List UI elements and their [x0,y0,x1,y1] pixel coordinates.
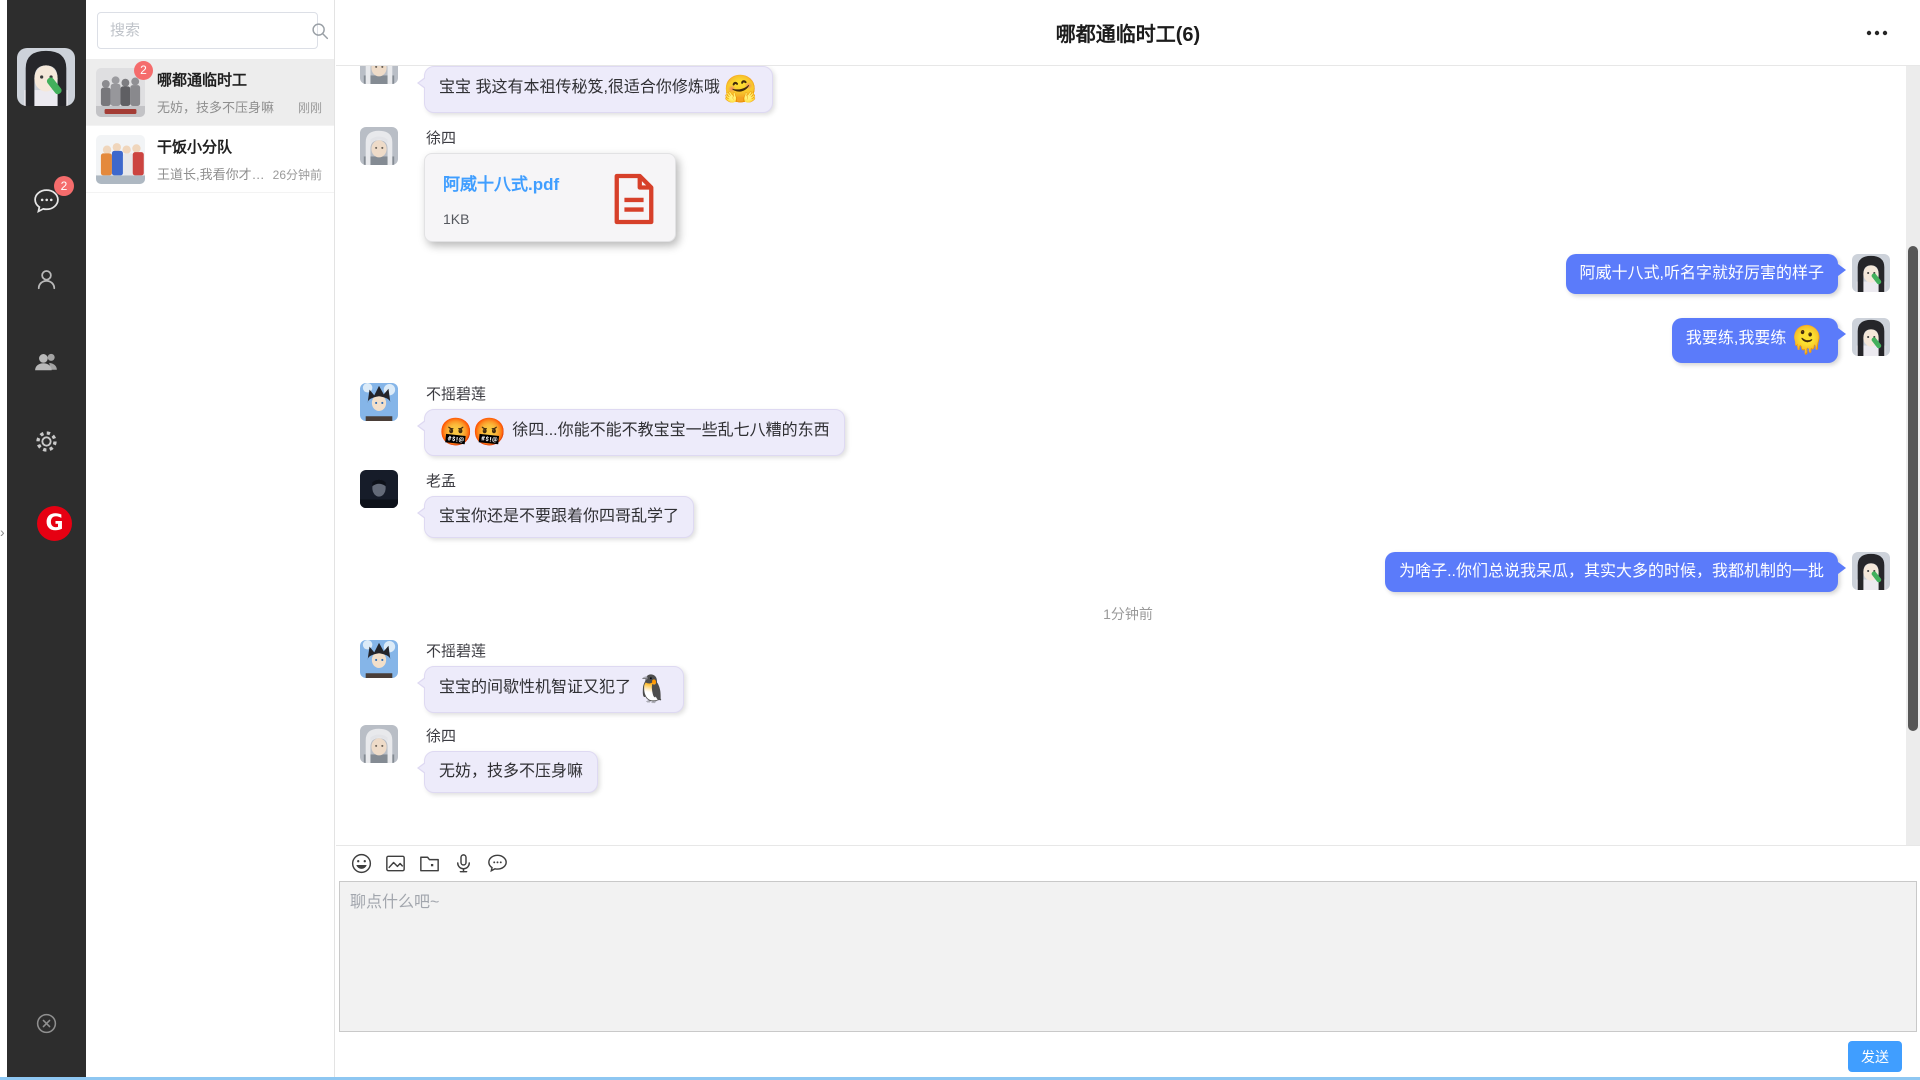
message-bubble[interactable]: 无妨，技多不压身嘛 [424,751,598,793]
voice-message-button[interactable] [451,851,476,876]
avatar-laomeng[interactable] [360,470,398,508]
chat-panel: 哪都通临时工(6) 宝宝 我这有本祖传秘笈,很适合你修炼哦🤗 [336,0,1920,1080]
nav-chats[interactable]: 2 [32,186,61,215]
message-composer: 发送 [336,845,1920,1080]
gear-icon [32,427,61,456]
message-right: 我要练,我要练🫠 [336,318,1920,363]
file-attachment-card[interactable]: 阿威十八式.pdf 1KB [424,153,676,242]
current-user-avatar[interactable] [17,48,75,106]
avatar-bulian[interactable] [360,640,398,678]
send-button[interactable]: 发送 [1848,1041,1902,1072]
group-avatar: 2 [96,68,145,117]
avatar-xusi[interactable] [360,725,398,763]
message-bubble[interactable]: 🤬🤬徐四...你能不能不教宝宝一些乱七八糟的东西 [424,409,845,456]
message-left: 不摇碧莲 宝宝的间歇性机智证又犯了🐧 [336,640,1920,713]
conversation-time: 26分钟前 [273,166,322,183]
message-bubble[interactable]: 宝宝的间歇性机智证又犯了🐧 [424,666,684,713]
avatar-bulian[interactable] [360,383,398,421]
melting-face-emoji: 🫠 [1790,325,1824,355]
conversation-time: 刚刚 [298,99,322,116]
search-icon [309,20,331,42]
hugging-face-emoji: 🤗 [724,74,758,104]
vertical-scrollbar[interactable] [1906,66,1920,845]
image-icon [383,851,408,876]
message-left: 老孟 宝宝你还是不要跟着你四哥乱学了 [336,470,1920,538]
chat-app-window: › 2 [0,0,1920,1080]
penguin-sticker: 🐧 [635,674,669,704]
message-left-file: 徐四 阿威十八式.pdf 1KB [336,127,1920,242]
conversation-item-nadutong[interactable]: 2 哪都通临时工 无妨，技多不压身嘛 刚刚 [86,59,334,126]
file-size: 1KB [443,211,559,227]
avatar-self[interactable] [1852,318,1890,356]
unread-badge: 2 [54,176,74,196]
smiley-icon [349,851,374,876]
message-left: 徐四 无妨，技多不压身嘛 [336,725,1920,793]
microphone-icon [451,851,476,876]
nav-groups[interactable] [32,347,61,376]
search-bar [97,12,318,49]
avatar-xusi[interactable] [360,127,398,165]
send-image-button[interactable] [383,851,408,876]
conversation-title: 哪都通临时工 [157,69,322,90]
chat-history-button[interactable] [485,851,510,876]
folder-icon [417,851,442,876]
sender-name: 不摇碧莲 [426,640,684,661]
search-input[interactable] [98,22,309,39]
collapse-handle-icon[interactable]: › [0,524,5,540]
message-bubble[interactable]: 宝宝你还是不要跟着你四哥乱学了 [424,496,694,538]
emoji-picker-button[interactable] [349,851,374,876]
more-menu-icon[interactable] [1864,24,1894,42]
conversation-preview: 无妨，技多不压身嘛 [157,97,292,116]
conversation-item-ganfan[interactable]: 干饭小分队 王道长,我看你才… 26分钟前 [86,126,334,193]
enraged-face-emoji: 🤬🤬 [439,417,506,447]
time-divider: 1分钟前 [336,604,1920,624]
avatar-xusi[interactable] [360,66,398,84]
send-file-button[interactable] [417,851,442,876]
avatar-self[interactable] [1852,552,1890,590]
avatar-self[interactable] [1852,254,1890,292]
conversation-title: 干饭小分队 [157,136,322,157]
message-left: 宝宝 我这有本祖传秘笈,很适合你修炼哦🤗 [336,66,1920,113]
window-edge-strip: › [0,0,7,1080]
message-bubble[interactable]: 宝宝 我这有本祖传秘笈,很适合你修炼哦🤗 [424,66,773,113]
conversation-list-panel: 2 哪都通临时工 无妨，技多不压身嘛 刚刚 干饭小分队 王道长,我看你才… 26… [86,0,335,1080]
group-avatar [96,135,145,184]
message-bubble[interactable]: 我要练,我要练🫠 [1672,318,1838,363]
nav-contacts[interactable] [32,265,61,294]
sender-name: 不摇碧莲 [426,383,845,404]
file-name: 阿威十八式.pdf [443,170,559,195]
search-button[interactable] [309,13,331,48]
message-scroll-area: 宝宝 我这有本祖传秘笈,很适合你修炼哦🤗 徐四 阿威十八式.pdf 1KB [336,66,1920,845]
chat-dots-icon [485,851,510,876]
message-right: 为啥子..你们总说我呆瓜，其实大多的时候，我都机制的一批 [336,552,1920,592]
message-left: 不摇碧莲 🤬🤬徐四...你能不能不教宝宝一些乱七八糟的东西 [336,383,1920,456]
composer-footer: 发送 [336,1032,1920,1080]
composer-toolbar [336,846,1920,881]
contact-person-icon [32,265,61,294]
nav-settings[interactable] [32,427,61,456]
circle-x-icon [33,1010,60,1037]
app-logo-g[interactable]: G [37,506,72,541]
message-input[interactable] [339,881,1917,1032]
sender-name: 徐四 [426,725,598,746]
nav-rail: 2 G [7,0,86,1080]
chat-header: 哪都通临时工(6) [336,0,1920,66]
pdf-file-icon [611,172,657,226]
message-bubble[interactable]: 阿威十八式,听名字就好厉害的样子 [1566,254,1838,294]
chat-title: 哪都通临时工(6) [1056,18,1200,47]
scrollbar-thumb[interactable] [1908,246,1918,731]
sender-name: 徐四 [426,127,676,148]
message-right: 阿威十八式,听名字就好厉害的样子 [336,254,1920,294]
message-bubble[interactable]: 为啥子..你们总说我呆瓜，其实大多的时候，我都机制的一批 [1385,552,1838,592]
group-people-icon [32,347,61,376]
unread-badge: 2 [134,61,153,80]
conversation-preview: 王道长,我看你才… [157,164,267,183]
logout-button[interactable] [33,1010,60,1037]
sender-name: 老孟 [426,470,694,491]
